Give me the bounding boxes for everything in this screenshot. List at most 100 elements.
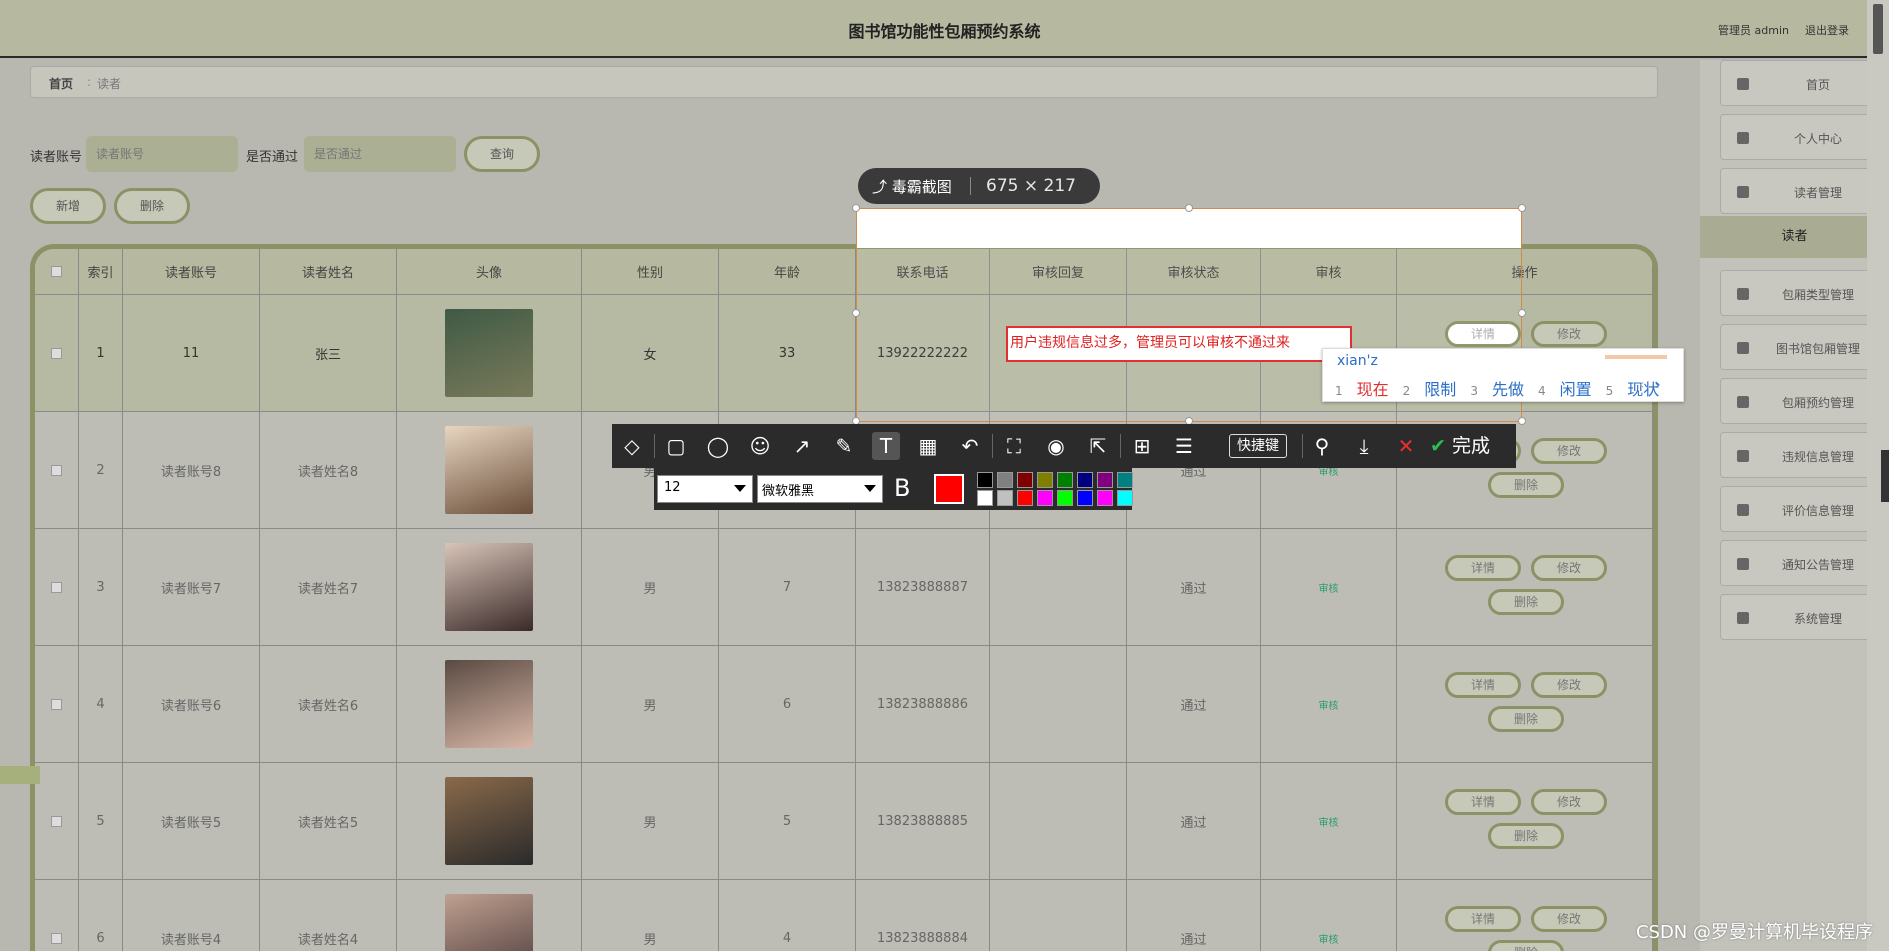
table-row[interactable]: 6 读者账号4 读者姓名4 男 4 13823888884 通过 审核 详情修改删除	[35, 880, 1653, 951]
palette-swatch[interactable]	[1077, 490, 1093, 506]
palette-swatch[interactable]	[1037, 472, 1053, 488]
text-annotation[interactable]: 用户违规信息过多，管理员可以审核不通过来	[1006, 326, 1352, 362]
palette-swatch[interactable]	[1037, 490, 1053, 506]
sidebar-item[interactable]: 首页	[1720, 60, 1878, 106]
palette-swatch[interactable]	[1117, 490, 1133, 506]
palette-swatch[interactable]	[1097, 490, 1113, 506]
edit-button[interactable]: 修改	[1531, 321, 1607, 347]
checkbox-box[interactable]	[51, 698, 62, 710]
ime-prev-icon[interactable]: ‹	[1639, 377, 1645, 393]
audit-value[interactable]: 审核	[1319, 814, 1339, 829]
row-checkbox[interactable]	[35, 646, 79, 762]
scrollbar[interactable]	[1867, 0, 1889, 951]
sidebar-item-active[interactable]: 读者	[1700, 216, 1889, 258]
arrow-tool-icon[interactable]: ↗	[788, 432, 816, 460]
edit-button[interactable]: 修改	[1531, 672, 1607, 698]
pass-filter-input[interactable]	[304, 136, 456, 172]
checkbox-box[interactable]	[51, 464, 62, 476]
emoji-tool-icon[interactable]: ☺	[746, 432, 774, 460]
select-all-checkbox[interactable]	[35, 249, 79, 294]
checkbox-box[interactable]	[51, 581, 62, 593]
breadcrumb-home[interactable]: 首页	[49, 75, 73, 92]
comment-icon[interactable]: ☰	[1170, 432, 1198, 460]
palette-swatch[interactable]	[1057, 472, 1073, 488]
delete-button[interactable]: 删除	[1488, 472, 1564, 498]
palette-swatch[interactable]	[1057, 490, 1073, 506]
audit-value[interactable]: 审核	[1319, 931, 1339, 946]
delete-button[interactable]: 删除	[1488, 706, 1564, 732]
avatar[interactable]	[445, 543, 533, 631]
ime-candidate[interactable]: 1 现在	[1335, 380, 1389, 399]
resize-handle-r[interactable]	[1518, 309, 1526, 317]
rectangle-tool-icon[interactable]: ▢	[662, 432, 690, 460]
table-row[interactable]: 3 读者账号7 读者姓名7 男 7 13823888887 通过 审核 详情 修改 删除	[35, 529, 1653, 646]
ime-next-icon[interactable]: ›	[1655, 377, 1661, 393]
resize-handle-tl[interactable]	[852, 204, 860, 212]
sidebar-item[interactable]: 包厢类型管理	[1720, 270, 1878, 316]
delete-button[interactable]: 删除	[1488, 940, 1564, 951]
palette-swatch[interactable]	[1117, 472, 1133, 488]
detail-button[interactable]: 详情	[1445, 555, 1521, 581]
record-tool-icon[interactable]: ◉	[1042, 432, 1070, 460]
row-checkbox[interactable]	[35, 529, 79, 645]
mosaic-tool-icon[interactable]: ▦	[914, 432, 942, 460]
palette-swatch[interactable]	[1017, 472, 1033, 488]
done-button[interactable]: ✔ 完成	[1430, 431, 1490, 458]
table-row[interactable]: 4 读者账号6 读者姓名6 男 6 13823888886 通过 审核 详情 修改 删除	[35, 646, 1653, 763]
palette-swatch[interactable]	[997, 490, 1013, 506]
avatar[interactable]	[445, 894, 533, 951]
checkbox-box[interactable]	[51, 266, 62, 277]
row-checkbox[interactable]	[35, 880, 79, 951]
avatar[interactable]	[445, 660, 533, 748]
checkbox-box[interactable]	[51, 815, 62, 827]
ime-candidate[interactable]: 4 闲置	[1538, 380, 1592, 399]
ellipse-tool-icon[interactable]: ◯	[704, 432, 732, 460]
scrollbar-thumb[interactable]	[1873, 4, 1883, 54]
detail-button[interactable]: 详情	[1445, 672, 1521, 698]
resize-handle-l[interactable]	[852, 309, 860, 317]
palette-swatch[interactable]	[1097, 472, 1113, 488]
ime-candidate[interactable]: 2 限制	[1403, 380, 1457, 399]
edit-button[interactable]: 修改	[1531, 438, 1607, 464]
sidebar-item[interactable]: 通知公告管理	[1720, 540, 1878, 586]
palette-swatch[interactable]	[997, 472, 1013, 488]
checkbox-box[interactable]	[51, 932, 62, 944]
logout-link[interactable]: 退出登录	[1805, 22, 1849, 38]
download-icon[interactable]: ⤓	[1350, 432, 1378, 460]
row-checkbox[interactable]	[35, 412, 79, 528]
add-image-icon[interactable]: ⊞	[1128, 432, 1156, 460]
row-checkbox[interactable]	[35, 763, 79, 879]
marker-tool-icon[interactable]: ✎	[830, 432, 858, 460]
palette-swatch[interactable]	[1077, 472, 1093, 488]
sidebar-item[interactable]: 系统管理	[1720, 594, 1878, 640]
palette-swatch[interactable]	[977, 472, 993, 488]
scroll-capture-icon[interactable]: ⇱	[1084, 432, 1112, 460]
edit-button[interactable]: 修改	[1531, 906, 1607, 932]
resize-handle-t[interactable]	[1185, 204, 1193, 212]
sidebar-item[interactable]: 包厢预约管理	[1720, 378, 1878, 424]
sidebar-item[interactable]: 图书馆包厢管理	[1720, 324, 1878, 370]
cancel-icon[interactable]: ✕	[1392, 432, 1420, 460]
shape-tool-icon[interactable]: ◇	[618, 432, 646, 460]
pin-icon[interactable]: ⚲	[1308, 432, 1336, 460]
avatar[interactable]	[445, 426, 533, 514]
font-family-select[interactable]: 微软雅黑	[757, 475, 883, 503]
current-color-swatch[interactable]	[934, 474, 964, 504]
ocr-tool-icon[interactable]: ⛶	[1000, 432, 1028, 460]
audit-value[interactable]: 审核	[1319, 580, 1339, 595]
text-tool-icon[interactable]: T	[872, 432, 900, 460]
sidebar-item[interactable]: 读者管理	[1720, 168, 1878, 214]
font-size-select[interactable]: 12	[657, 475, 753, 503]
batch-delete-button[interactable]: 删除	[114, 188, 190, 224]
sidebar-item[interactable]: 个人中心	[1720, 114, 1878, 160]
shortcut-button[interactable]: 快捷键	[1229, 434, 1287, 458]
avatar[interactable]	[445, 309, 533, 397]
ime-candidate[interactable]: 5 现状	[1606, 380, 1660, 399]
sidebar-item[interactable]: 违规信息管理	[1720, 432, 1878, 478]
palette-swatch[interactable]	[1017, 490, 1033, 506]
sidebar-item[interactable]: 评价信息管理	[1720, 486, 1878, 532]
row-checkbox[interactable]	[35, 295, 79, 411]
delete-button[interactable]: 删除	[1488, 589, 1564, 615]
query-button[interactable]: 查询	[464, 136, 540, 172]
audit-value[interactable]: 审核	[1319, 697, 1339, 712]
